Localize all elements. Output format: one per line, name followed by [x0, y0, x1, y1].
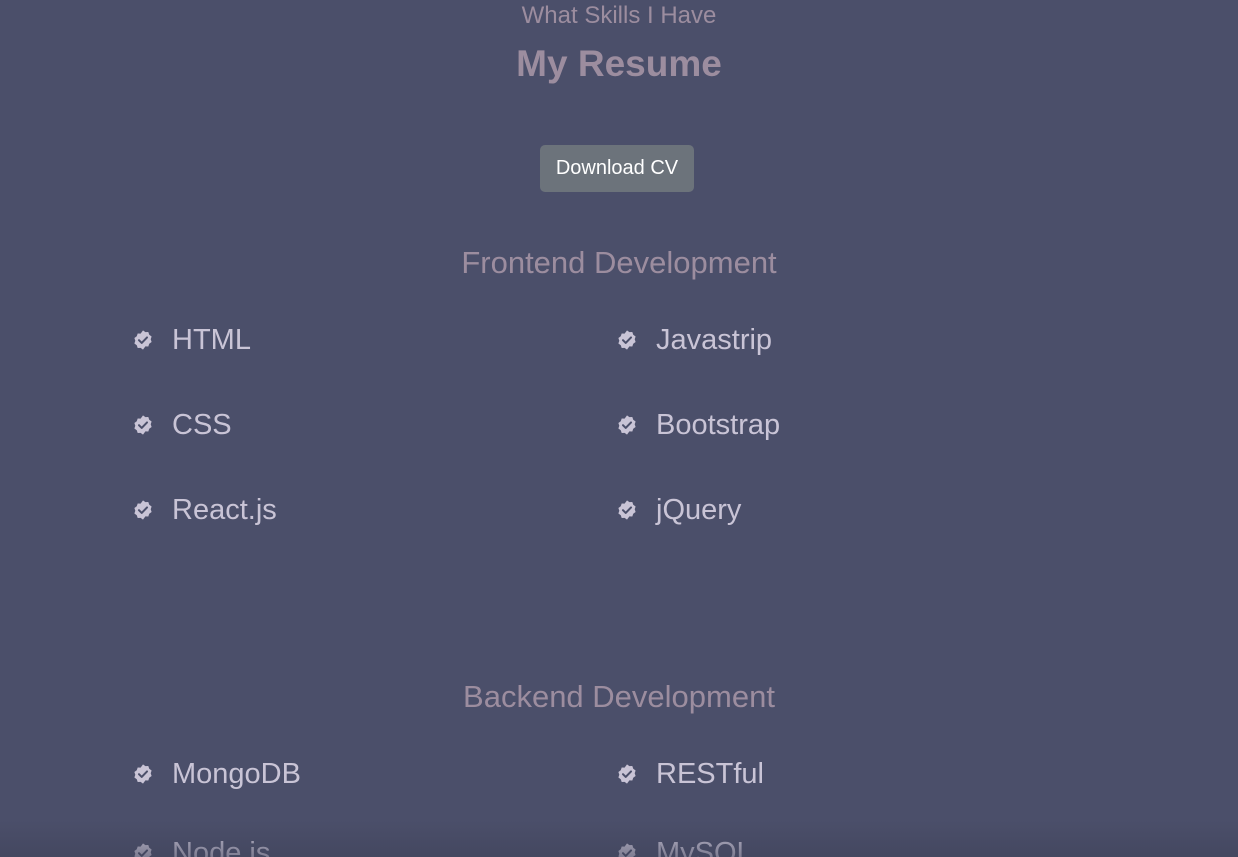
resume-page: What Skills I Have My Resume Download CV… — [0, 0, 1238, 857]
skill-label: Node.js — [172, 837, 271, 857]
skill-item: RESTful — [616, 754, 764, 794]
skill-item: Node.js — [132, 833, 270, 857]
skill-label: CSS — [172, 409, 232, 441]
verified-badge-icon — [134, 764, 152, 784]
verified-badge-icon — [134, 330, 152, 350]
section-kicker: What Skills I Have — [521, 2, 717, 29]
frontend-section-title: Frontend Development — [461, 245, 777, 280]
skill-item: jQuery — [616, 490, 741, 530]
verified-badge-icon — [618, 843, 636, 857]
skill-label: HTML — [172, 324, 251, 356]
skill-label: RESTful — [656, 758, 764, 790]
skill-item: Bootstrap — [616, 405, 780, 445]
skill-label: MongoDB — [172, 758, 301, 790]
verified-badge-icon — [134, 843, 152, 857]
verified-badge-icon — [134, 415, 152, 435]
page-title: My Resume — [516, 43, 722, 84]
download-cv-button[interactable]: Download CV — [540, 145, 694, 192]
skill-label: jQuery — [656, 494, 742, 526]
skill-label: Bootstrap — [656, 409, 781, 441]
skill-label: Javastrip — [656, 324, 773, 356]
skill-label: React.js — [172, 494, 277, 526]
skill-item: Javastrip — [616, 320, 772, 360]
verified-badge-icon — [618, 764, 636, 784]
skill-item: MongoDB — [132, 754, 301, 794]
verified-badge-icon — [618, 415, 636, 435]
verified-badge-icon — [618, 500, 636, 520]
skill-item: MySQL — [616, 833, 753, 857]
skill-item: HTML — [132, 320, 251, 360]
verified-badge-icon — [134, 500, 152, 520]
verified-badge-icon — [618, 330, 636, 350]
skill-item: React.js — [132, 490, 277, 530]
skill-item: CSS — [132, 405, 232, 445]
skill-label: MySQL — [656, 837, 753, 857]
backend-section-title: Backend Development — [463, 679, 775, 714]
